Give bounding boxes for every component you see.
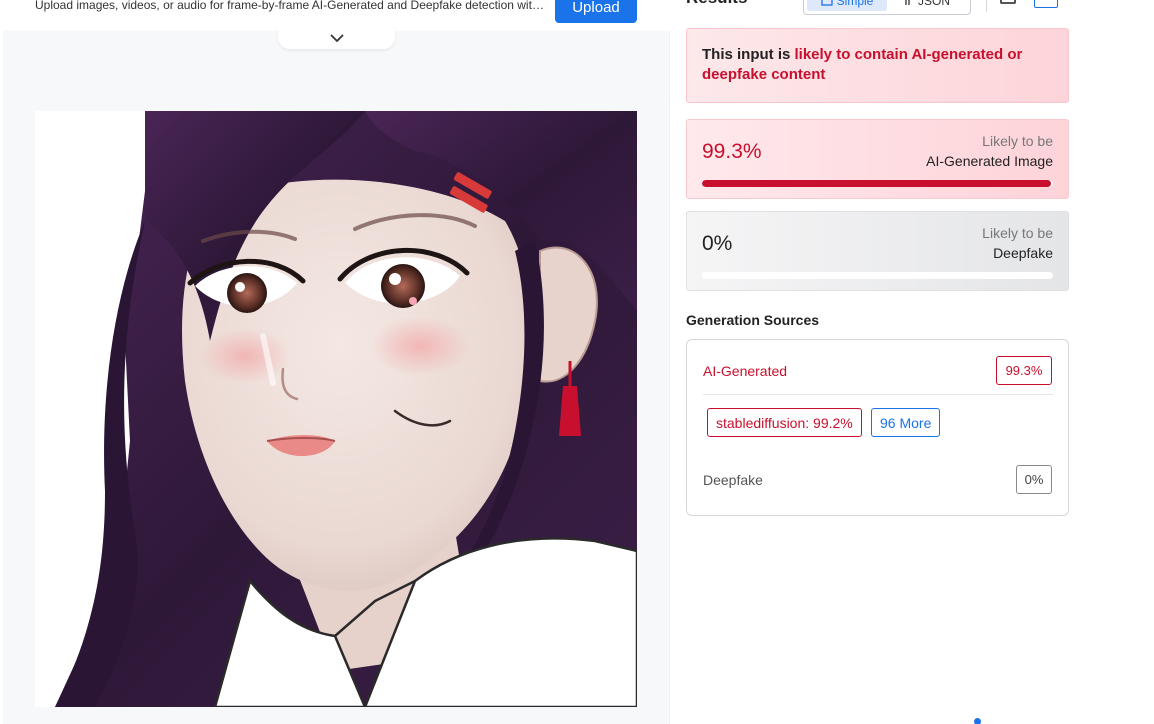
deepfake-score-card: 0% Likely to be Deepfake <box>686 211 1069 291</box>
deepfake-label: Deepfake <box>703 472 763 488</box>
view-simple-label: Simple <box>836 0 874 8</box>
chevron-down-icon <box>330 34 343 42</box>
view-simple-button[interactable]: Simple <box>807 0 887 11</box>
ai-score-card: 99.3% Likely to be AI-Generated Image <box>686 119 1069 199</box>
verdict-prefix: This input is <box>702 46 795 63</box>
ai-generated-label: AI-Generated <box>703 363 788 379</box>
left-panel: Upload images, videos, or audio for fram… <box>3 0 670 724</box>
json-view-icon <box>905 0 910 5</box>
ai-score-bar <box>702 180 1053 187</box>
uploaded-image <box>35 111 637 707</box>
deepfake-badge: 0% <box>1016 465 1052 494</box>
more-sources-button[interactable]: 96 More <box>871 408 941 437</box>
view-json-label: JSON <box>918 0 951 8</box>
ai-score-bar-fill <box>702 180 1051 187</box>
upload-description: Upload images, videos, or audio for fram… <box>35 0 545 12</box>
toolbar-divider <box>986 0 987 12</box>
results-title: Results <box>686 0 747 8</box>
simple-view-icon <box>821 0 833 6</box>
deepfake-score-bar <box>702 272 1053 279</box>
ai-score-caption: Likely to be <box>982 133 1053 149</box>
upload-card: Upload images, videos, or audio for fram… <box>3 0 670 31</box>
download-icon[interactable] <box>1000 0 1016 4</box>
portrait-illustration <box>35 111 637 707</box>
ai-generated-badge: 99.3% <box>996 356 1052 385</box>
verdict-banner: This input is likely to contain AI-gener… <box>686 28 1069 103</box>
source-chip-stablediffusion[interactable]: stablediffusion: 99.2% <box>707 408 862 437</box>
scroll-indicator <box>974 718 981 724</box>
generation-sources-title: Generation Sources <box>686 312 820 328</box>
expand-icon[interactable] <box>1034 0 1058 8</box>
deepfake-score-percent: 0% <box>702 232 733 255</box>
generation-sources-card: AI-Generated 99.3% stablediffusion: 99.2… <box>686 339 1069 516</box>
collapse-toggle[interactable] <box>278 28 395 49</box>
page: Upload images, videos, or audio for fram… <box>0 0 1154 724</box>
ai-score-percent: 99.3% <box>702 140 762 163</box>
view-json-button[interactable]: JSON <box>904 0 964 11</box>
ai-score-type: AI-Generated Image <box>926 153 1053 169</box>
row-divider <box>703 394 1053 395</box>
upload-button[interactable]: Upload <box>555 0 637 23</box>
deepfake-score-type: Deepfake <box>993 245 1053 261</box>
deepfake-score-caption: Likely to be <box>982 225 1053 241</box>
view-toggle: Simple JSON <box>803 0 971 15</box>
